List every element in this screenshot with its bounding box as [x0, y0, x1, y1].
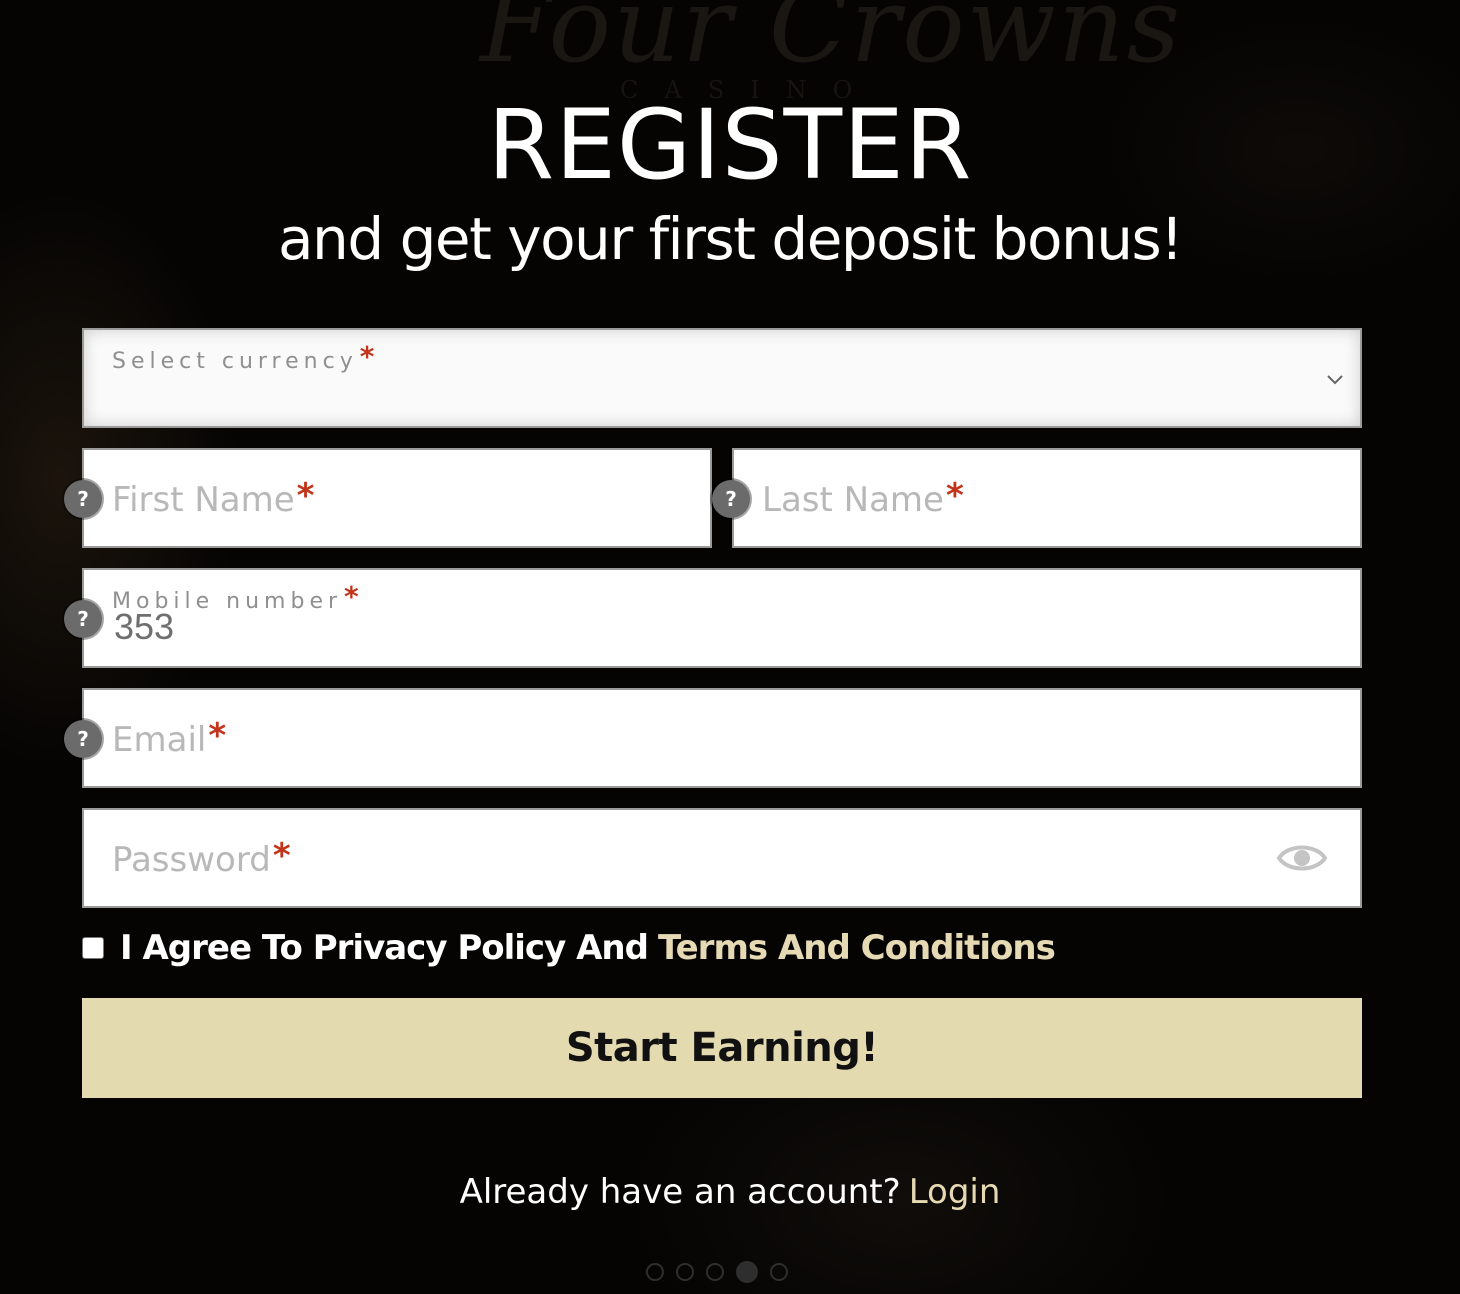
login-prompt-text: Already have an account?	[459, 1172, 901, 1212]
page-subtitle: and get your first deposit bonus!	[278, 205, 1183, 273]
eye-icon[interactable]	[1276, 838, 1328, 878]
carousel-dot[interactable]	[736, 1261, 758, 1283]
mobile-number-value: 353	[114, 606, 175, 647]
carousel-dots	[646, 1261, 788, 1283]
carousel-dot[interactable]	[770, 1263, 788, 1281]
login-link[interactable]: Login	[909, 1172, 1001, 1212]
page-title: REGISTER	[487, 89, 973, 201]
required-mark: *	[208, 716, 227, 756]
terms-agreement-row: I Agree To Privacy Policy And Terms And …	[82, 922, 1056, 974]
carousel-dot[interactable]	[706, 1263, 724, 1281]
last-name-placeholder: Last Name*	[762, 476, 964, 520]
currency-label: Select currency*	[112, 340, 375, 374]
mobile-number-field[interactable]: Mobile number* 353	[82, 568, 1362, 668]
start-earning-button[interactable]: Start Earning!	[82, 998, 1362, 1098]
login-prompt: Already have an account? Login	[0, 1172, 1460, 1212]
first-name-field[interactable]: First Name*	[82, 448, 712, 548]
last-name-help-icon[interactable]: ?	[712, 480, 750, 518]
first-name-help-icon[interactable]: ?	[64, 480, 102, 518]
email-placeholder: Email*	[112, 716, 227, 760]
terms-checkbox[interactable]	[82, 937, 104, 959]
first-name-placeholder: First Name*	[112, 476, 315, 520]
required-mark: *	[945, 476, 964, 516]
required-mark: *	[344, 580, 359, 613]
email-help-icon[interactable]: ?	[64, 720, 102, 758]
currency-select[interactable]: Select currency*	[82, 328, 1362, 428]
background-logo: Four Crowns	[480, 0, 1183, 86]
password-field[interactable]: Password*	[82, 808, 1362, 908]
password-placeholder: Password*	[112, 836, 291, 880]
required-mark: *	[272, 836, 291, 876]
last-name-field[interactable]: Last Name*	[732, 448, 1362, 548]
terms-link[interactable]: Terms And Conditions	[658, 928, 1056, 968]
required-mark: *	[359, 340, 375, 373]
carousel-dot[interactable]	[646, 1263, 664, 1281]
email-field[interactable]: Email*	[82, 688, 1362, 788]
agree-text: I Agree To Privacy Policy And	[120, 928, 649, 968]
carousel-dot[interactable]	[676, 1263, 694, 1281]
mobile-help-icon[interactable]: ?	[64, 600, 102, 638]
required-mark: *	[296, 476, 315, 516]
chevron-down-icon	[1327, 375, 1343, 385]
